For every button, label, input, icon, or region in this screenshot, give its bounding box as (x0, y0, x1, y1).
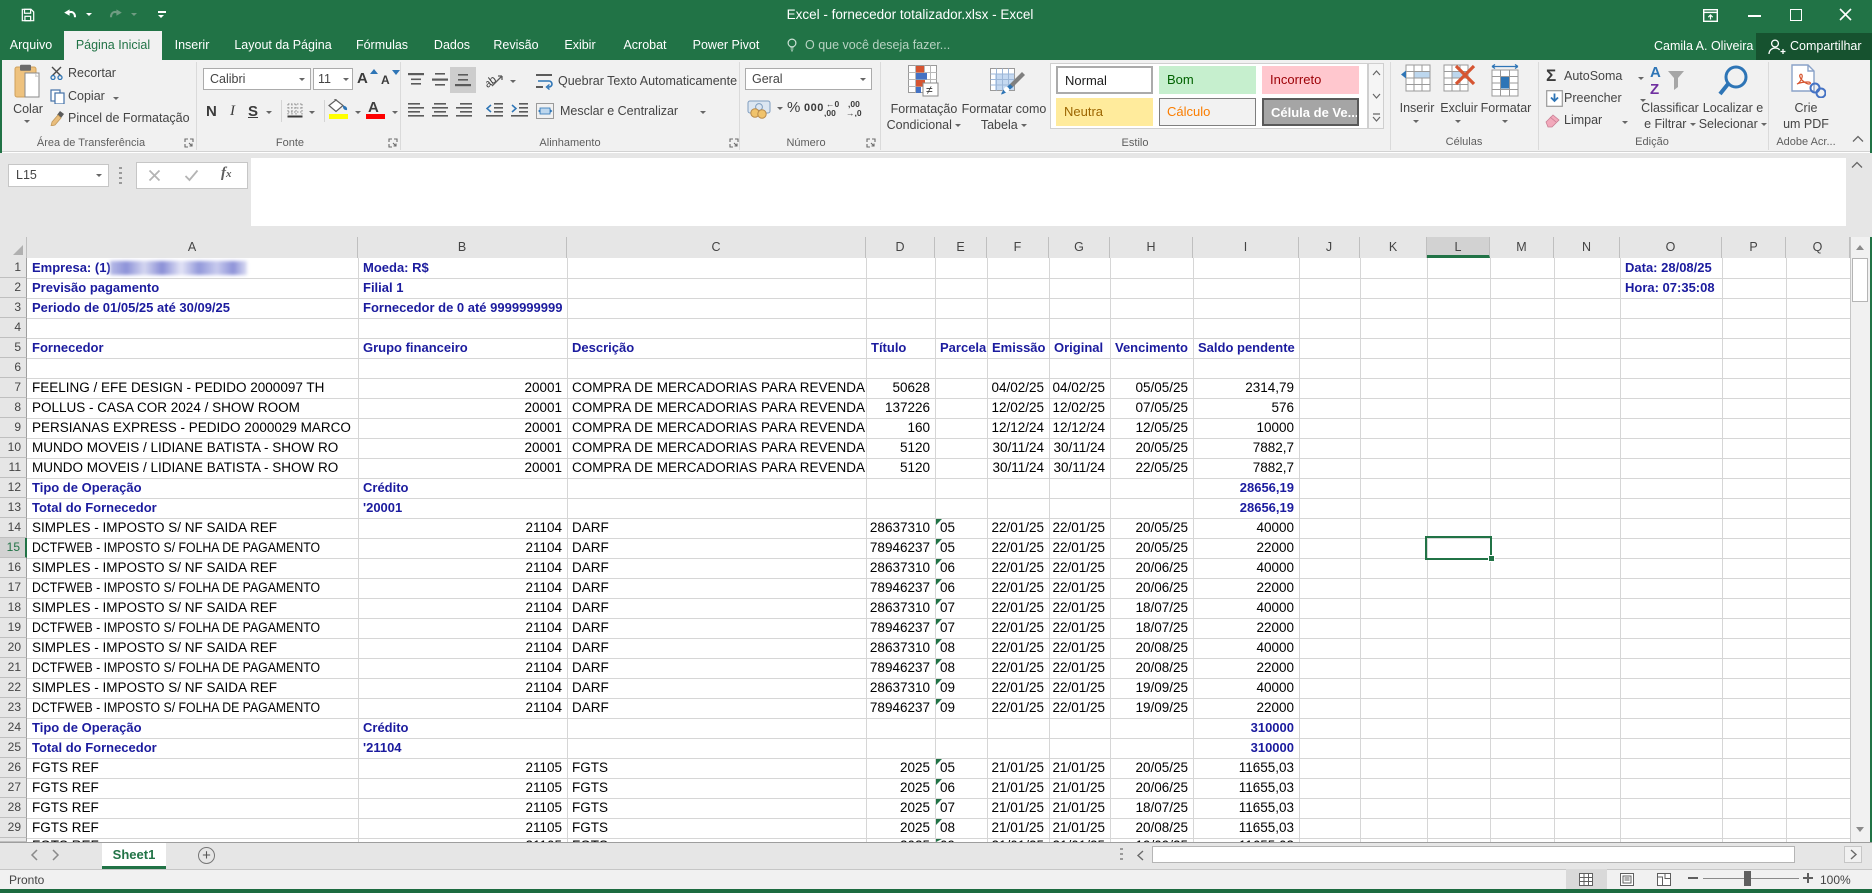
svg-text:≠: ≠ (926, 83, 933, 97)
svg-text:Z: Z (1650, 81, 1659, 98)
svg-text:,00: ,00 (824, 108, 836, 117)
svg-text:A: A (1650, 64, 1661, 81)
